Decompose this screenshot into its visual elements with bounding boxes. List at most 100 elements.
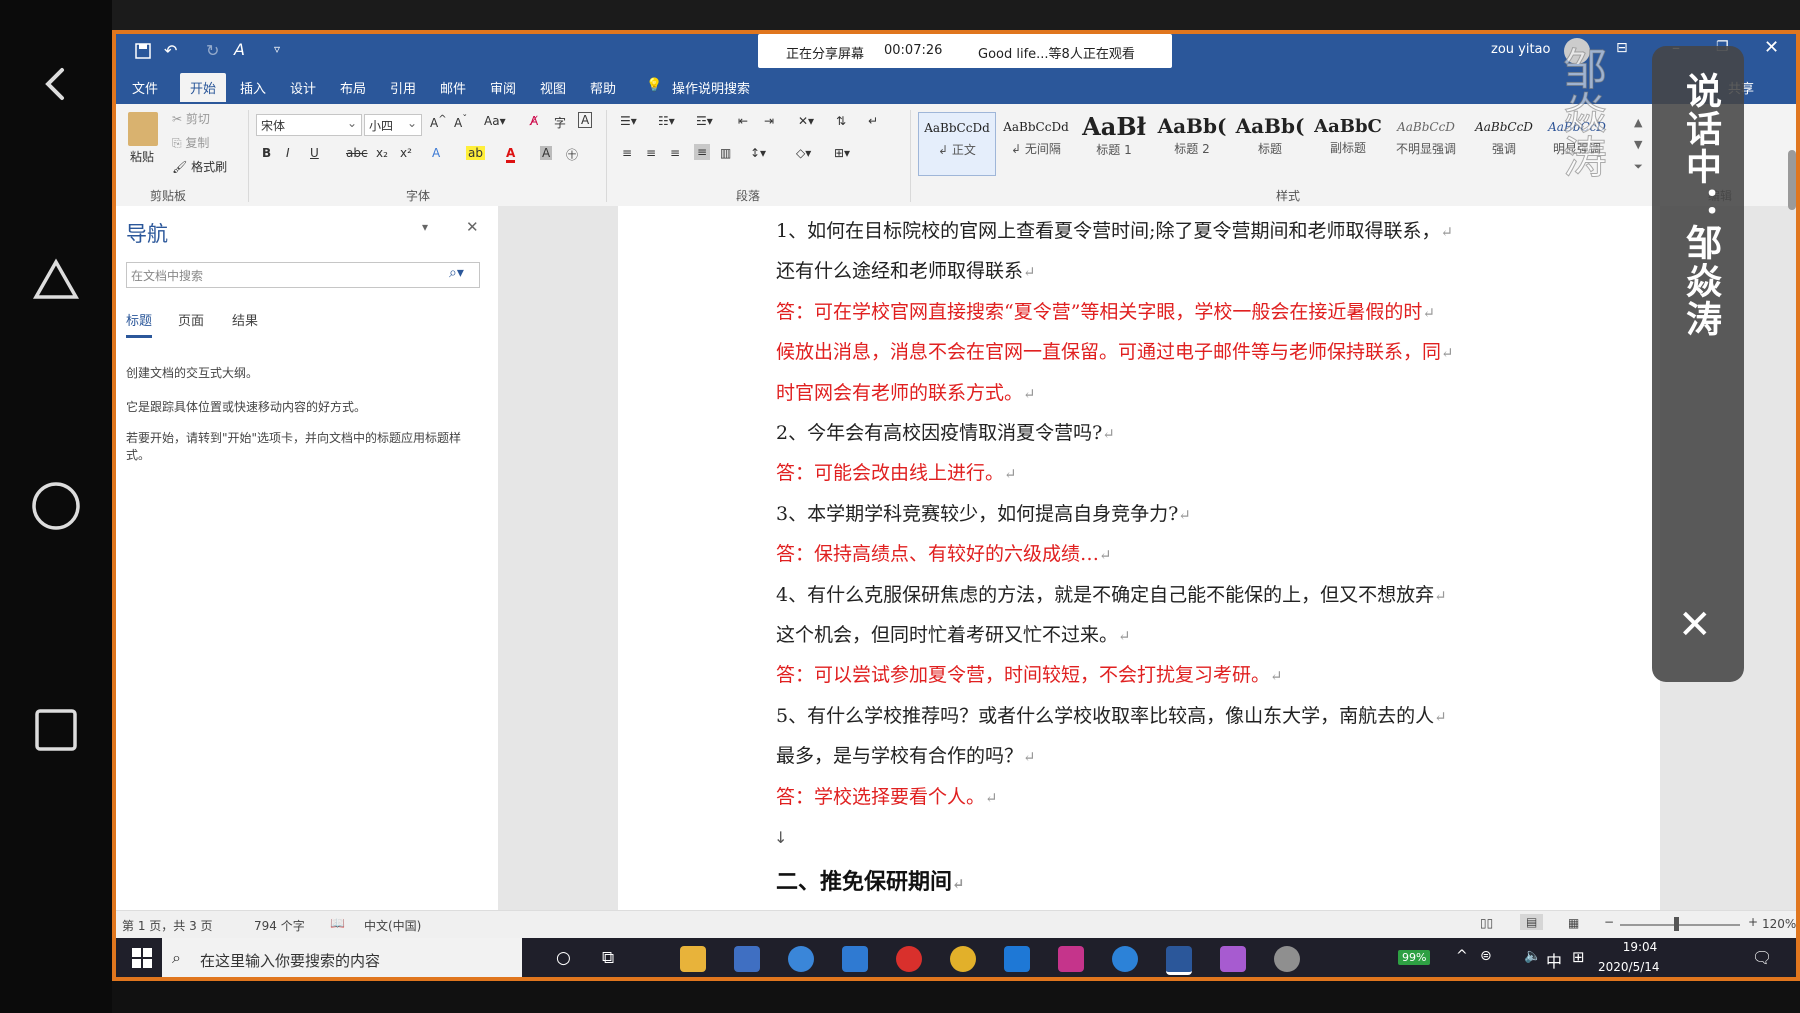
vertical-scrollbar[interactable] xyxy=(1788,150,1796,210)
bullets-icon[interactable]: ☰▾ xyxy=(620,114,637,128)
document-line[interactable]: 候放出消息，消息不会在官网一直保留。可通过电子邮件等与老师保持联系，同↵ xyxy=(776,337,1454,364)
home-circle-icon[interactable] xyxy=(20,470,92,542)
chrome-icon[interactable] xyxy=(950,946,976,972)
document-line[interactable]: 2、今年会有高校因疫情取消夏令营吗?↵ xyxy=(776,418,1115,445)
tab-insert[interactable]: 插入 xyxy=(240,78,266,97)
style-subtle-emphasis[interactable]: AaBbCcD 不明显强调 xyxy=(1388,112,1464,174)
netease-music-icon[interactable] xyxy=(896,946,922,972)
redo-icon[interactable]: ↻ xyxy=(206,41,219,60)
navpane-options-icon[interactable]: ▾ xyxy=(422,220,428,234)
sort-icon[interactable]: ⇅ xyxy=(836,114,846,128)
ime-mode-icon[interactable]: ⊞ xyxy=(1572,948,1585,966)
align-right-icon[interactable]: ≡ xyxy=(670,146,680,160)
tell-me-search[interactable]: 操作说明搜索 xyxy=(672,78,750,97)
proofing-icon[interactable]: 📖 xyxy=(330,916,345,930)
align-center-icon[interactable]: ≡ xyxy=(646,146,656,160)
document-line[interactable]: 答：可能会改由线上进行。↵ xyxy=(776,458,1017,485)
cortana-icon[interactable]: ○ xyxy=(556,948,571,968)
zoom-out-icon[interactable]: − xyxy=(1604,915,1614,929)
word-taskbar-icon[interactable] xyxy=(1166,946,1192,975)
shading-icon[interactable]: ◇▾ xyxy=(796,146,811,160)
app-icon[interactable] xyxy=(1220,946,1246,972)
document-line[interactable]: 这个机会，但同时忙着考研又忙不过来。↵ xyxy=(776,620,1131,647)
mail-icon[interactable] xyxy=(842,946,868,972)
align-left-icon[interactable]: ≡ xyxy=(622,146,632,160)
back-icon[interactable] xyxy=(20,48,92,120)
style-title[interactable]: AaBb( 标题 xyxy=(1232,112,1308,174)
user-name[interactable]: zou yitao xyxy=(1491,42,1550,57)
justify-icon[interactable]: ≡ xyxy=(694,144,711,160)
ribbon-display-icon[interactable]: ⊟ xyxy=(1616,40,1628,56)
borders-icon[interactable]: ⊞▾ xyxy=(834,146,850,160)
tab-help[interactable]: 帮助 xyxy=(590,78,616,97)
document-line[interactable]: 1、如何在目标院校的官网上查看夏令营时间;除了夏令营期间和老师取得联系，↵ xyxy=(776,216,1453,243)
read-mode-icon[interactable]: ▯▯ xyxy=(1480,916,1493,930)
shrink-font-icon[interactable]: Aˇ xyxy=(454,114,467,130)
navpane-tab-headings[interactable]: 标题 xyxy=(126,310,153,338)
task-view-icon[interactable]: ⧉ xyxy=(602,948,614,968)
document-line[interactable]: 3、本学期学科竞赛较少，如何提高自身竞争力?↵ xyxy=(776,499,1191,526)
strikethrough-icon[interactable]: abc xyxy=(346,146,368,160)
clear-format-icon[interactable]: A̸ xyxy=(530,114,538,128)
document-line[interactable]: 答：保持高绩点、有较好的六级成绩…↵ xyxy=(776,539,1112,566)
print-layout-icon[interactable]: ▤ xyxy=(1520,914,1544,930)
web-layout-icon[interactable]: ▦ xyxy=(1568,916,1579,930)
format-icon[interactable]: A xyxy=(234,40,245,59)
document-line[interactable]: 答：学校选择要看个人。↵ xyxy=(776,782,998,809)
zoom-in-icon[interactable]: + xyxy=(1748,915,1758,929)
search-icon[interactable]: ⌕▾ xyxy=(449,265,464,281)
battery-indicator[interactable]: 99% xyxy=(1398,950,1431,965)
phonetic-guide-icon[interactable]: 字 xyxy=(554,114,566,131)
chinese-layout-icon[interactable]: ✕▾ xyxy=(798,114,814,128)
zoom-level[interactable]: 120% xyxy=(1762,917,1796,931)
grow-font-icon[interactable]: A^ xyxy=(430,114,447,130)
style-heading-1[interactable]: AaBł 标题 1 xyxy=(1076,112,1152,174)
navpane-close-icon[interactable]: ✕ xyxy=(466,218,479,236)
paste-icon[interactable] xyxy=(128,112,158,146)
tab-home[interactable]: 开始 xyxy=(180,73,227,102)
subscript-icon[interactable]: x₂ xyxy=(376,146,388,160)
char-border-icon[interactable]: A xyxy=(578,112,593,128)
close-icon[interactable]: ✕ xyxy=(1764,37,1779,58)
paste-button[interactable]: 粘贴 xyxy=(130,148,154,165)
customize-qat-icon[interactable]: ▿ xyxy=(274,42,280,56)
multilevel-list-icon[interactable]: ☲▾ xyxy=(696,114,713,128)
tab-review[interactable]: 审阅 xyxy=(490,78,516,97)
zoom-slider-thumb[interactable] xyxy=(1674,917,1679,931)
tray-expand-icon[interactable]: ^ xyxy=(1456,948,1468,964)
app-icon[interactable] xyxy=(1274,946,1300,972)
volume-icon[interactable]: 🔈 xyxy=(1524,948,1541,964)
taskbar-search-input[interactable]: ⌕ 在这里输入你要搜索的内容 xyxy=(162,938,522,980)
clock-app-icon[interactable] xyxy=(788,946,814,972)
document-line[interactable]: 答：可在学校官网直接搜索“夏令营”等相关字眼，学校一般会在接近暑假的时↵ xyxy=(776,297,1435,324)
clock-date[interactable]: 2020/5/14 xyxy=(1598,960,1660,974)
notification-icon[interactable]: 🗨 xyxy=(1752,948,1772,967)
style-no-spacing[interactable]: AaBbCcDd ↲ 无间隔 xyxy=(998,112,1074,174)
tab-mailings[interactable]: 邮件 xyxy=(440,78,466,97)
viewer-count[interactable]: Good life...等8人正在观看 xyxy=(978,43,1135,62)
document-line[interactable]: 还有什么途经和老师取得联系↵ xyxy=(776,256,1036,283)
clock-time[interactable]: 19:04 xyxy=(1610,940,1670,954)
document-line[interactable]: 4、有什么克服保研焦虑的方法，就是不确定自己能不能保的上，但又不想放弃↵ xyxy=(776,580,1447,607)
text-effects-icon[interactable]: A xyxy=(432,146,440,160)
underline-icon[interactable]: U xyxy=(310,146,319,160)
language-status[interactable]: 中文(中国) xyxy=(364,917,421,934)
styles-scroll-up-icon[interactable]: ▲ xyxy=(1634,116,1642,129)
internet-explorer-icon[interactable] xyxy=(1112,946,1138,972)
format-painter-button[interactable]: 🖌 格式刷 xyxy=(172,158,227,175)
enclose-char-icon[interactable]: ㊉ xyxy=(566,146,578,163)
char-shading-icon[interactable]: A xyxy=(540,146,553,160)
save-icon[interactable] xyxy=(134,42,152,64)
undo-icon[interactable]: ↶ xyxy=(164,41,177,60)
zoom-slider[interactable] xyxy=(1620,924,1740,926)
style-heading-2[interactable]: AaBb( 标题 2 xyxy=(1154,112,1230,174)
document-line[interactable]: 时官网会有老师的联系方式。↵ xyxy=(776,378,1036,405)
font-color-icon[interactable]: A xyxy=(506,146,516,163)
word-count[interactable]: 794 个字 xyxy=(254,917,305,934)
section-heading[interactable]: 二、推免保研期间↵ xyxy=(776,864,965,896)
bold-icon[interactable]: B xyxy=(262,146,271,160)
audio-app-icon[interactable] xyxy=(1058,946,1084,972)
decrease-indent-icon[interactable]: ⇤ xyxy=(738,114,748,128)
ime-indicator[interactable]: 中 xyxy=(1546,948,1562,972)
show-marks-icon[interactable]: ↵ xyxy=(868,114,878,128)
